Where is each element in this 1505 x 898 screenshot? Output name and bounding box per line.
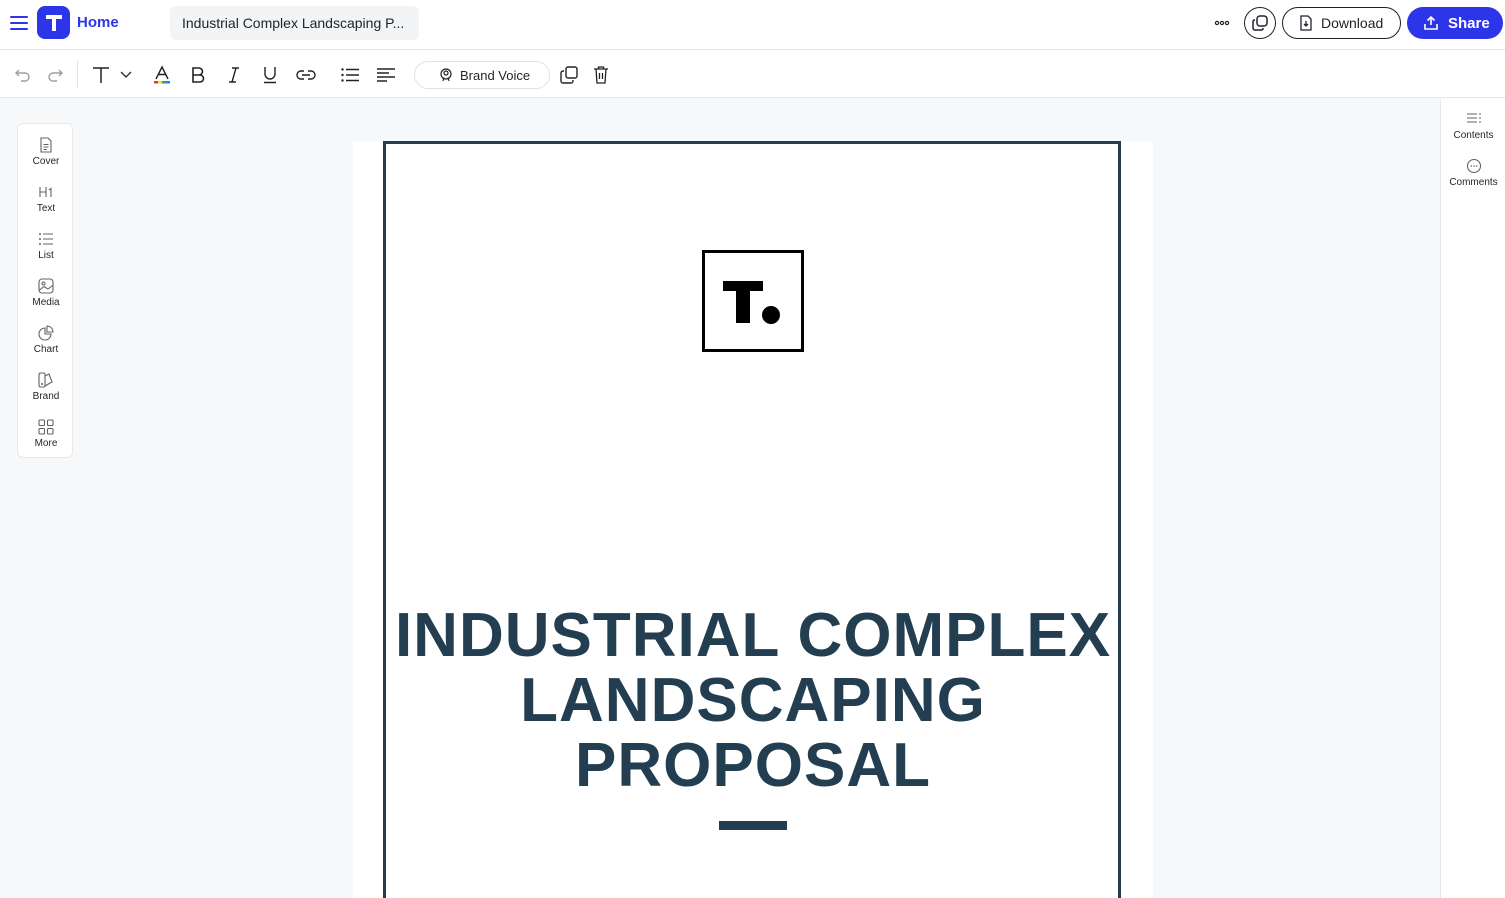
title-divider	[719, 821, 787, 830]
undo-icon[interactable]	[12, 63, 34, 87]
insert-brand-button[interactable]: Brand	[18, 369, 74, 409]
cover-title-line-2: LANDSCAPING	[520, 666, 986, 735]
insert-chart-label: Chart	[33, 344, 59, 355]
more-options-icon[interactable]	[1210, 13, 1234, 33]
cover-icon	[37, 136, 55, 154]
top-bar: Home Industrial Complex Landscaping P...…	[0, 0, 1505, 50]
insert-more-label: More	[34, 438, 58, 449]
align-left-icon[interactable]	[374, 63, 398, 87]
cover-title[interactable]: INDUSTRIAL COMPLEX LANDSCAPING PROPOSAL	[393, 603, 1113, 798]
comments-button[interactable]: Comments	[1441, 155, 1505, 193]
comments-label: Comments	[1449, 177, 1498, 188]
contents-label: Contents	[1453, 130, 1494, 141]
pie-chart-icon	[37, 324, 55, 342]
insert-cover-button[interactable]: Cover	[18, 134, 74, 174]
text-style-dropdown[interactable]	[90, 63, 134, 87]
download-label: Download	[1321, 15, 1384, 31]
heading-icon	[37, 183, 55, 201]
download-icon	[1300, 15, 1312, 31]
cover-title-line-1: INDUSTRIAL COMPLEX	[394, 601, 1112, 670]
brand-voice-button[interactable]: Brand Voice	[414, 61, 550, 89]
menu-icon[interactable]	[8, 12, 30, 34]
insert-media-button[interactable]: Media	[18, 275, 74, 315]
copy-icon	[1252, 15, 1268, 31]
list-icon	[37, 230, 55, 248]
contents-button[interactable]: Contents	[1441, 108, 1505, 146]
app-logo[interactable]	[37, 6, 70, 39]
brand-icon	[37, 371, 55, 389]
home-link[interactable]: Home	[77, 14, 119, 31]
document-title-field[interactable]: Industrial Complex Landscaping P...	[170, 6, 419, 40]
text-color-icon[interactable]	[150, 63, 174, 87]
insert-text-label: Text	[36, 203, 56, 214]
insert-list-button[interactable]: List	[18, 228, 74, 268]
comment-icon	[1465, 157, 1483, 175]
duplicate-block-icon[interactable]	[557, 63, 581, 87]
underline-icon[interactable]	[258, 63, 282, 87]
toolbar-divider	[77, 61, 78, 89]
download-button[interactable]: Download	[1282, 7, 1401, 39]
contents-icon	[1465, 110, 1483, 128]
bold-icon[interactable]	[186, 63, 210, 87]
insert-brand-label: Brand	[32, 391, 60, 402]
brand-voice-label: Brand Voice	[460, 67, 531, 83]
insert-text-button[interactable]: Text	[18, 181, 74, 221]
upload-icon	[1424, 15, 1438, 30]
insert-panel: Cover Text List Media Chart Brand More	[17, 123, 73, 458]
trash-icon[interactable]	[590, 63, 612, 87]
formatting-toolbar: Brand Voice	[0, 51, 1505, 98]
duplicate-button[interactable]	[1244, 7, 1276, 39]
brand-voice-icon	[440, 68, 452, 82]
insert-more-button[interactable]: More	[18, 416, 74, 456]
insert-cover-label: Cover	[32, 156, 60, 167]
insert-media-label: Media	[32, 297, 60, 308]
grid-icon	[37, 418, 55, 436]
redo-icon[interactable]	[44, 63, 66, 87]
image-icon	[37, 277, 55, 295]
bullet-list-icon[interactable]	[338, 63, 362, 87]
brand-logo[interactable]	[702, 250, 804, 352]
insert-chart-button[interactable]: Chart	[18, 322, 74, 362]
share-label: Share	[1448, 14, 1490, 32]
right-panel: Contents Comments	[1440, 99, 1505, 898]
share-button[interactable]: Share	[1407, 7, 1503, 39]
link-icon[interactable]	[294, 63, 318, 87]
document-page[interactable]: INDUSTRIAL COMPLEX LANDSCAPING PROPOSAL	[353, 141, 1153, 898]
insert-list-label: List	[38, 250, 54, 261]
brand-logo-icon	[723, 281, 780, 324]
italic-icon[interactable]	[222, 63, 246, 87]
cover-title-line-3: PROPOSAL	[575, 731, 931, 800]
